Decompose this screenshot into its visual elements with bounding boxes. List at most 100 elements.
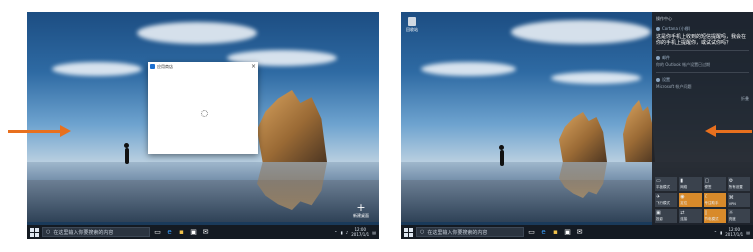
notification-icon[interactable]: ▤ <box>746 230 750 235</box>
tile-4[interactable]: ✈ 飞行模式 <box>655 193 678 207</box>
gear-icon <box>656 78 660 82</box>
battery-icon: ▯ <box>704 210 708 216</box>
clock[interactable]: 12:00 2017/1/1 <box>351 227 369 237</box>
start-icon[interactable] <box>30 227 39 237</box>
tile-3[interactable]: ⚙ 所有设置 <box>727 177 750 191</box>
plus-icon: + <box>356 201 366 214</box>
up-arrow-icon[interactable]: ⌃ <box>714 230 717 235</box>
runner-figure <box>124 143 129 164</box>
mail-icon[interactable]: ✉ <box>201 228 210 237</box>
edge-icon[interactable]: e <box>539 228 548 237</box>
mail-icon <box>656 56 660 60</box>
store-taskbar-icon[interactable]: ▣ <box>189 228 198 237</box>
tile-11[interactable]: ☼ 亮度 <box>727 209 750 223</box>
clock[interactable]: 12:00 2017/1/1 <box>725 227 743 237</box>
cloud <box>511 20 651 44</box>
tile-10[interactable]: ▯ 节电模式 <box>703 209 726 223</box>
beach <box>27 180 379 222</box>
tile-label: 所有设置 <box>728 185 743 189</box>
store-taskbar-icon[interactable]: ▣ <box>563 228 572 237</box>
store-window-titlebar[interactable]: 应用商店 × <box>148 62 258 71</box>
task-view-icon[interactable]: ▭ <box>527 228 536 237</box>
tile-0[interactable]: ▭ 平板模式 <box>655 177 678 191</box>
location-icon: ◉ <box>680 194 685 200</box>
recycle-bin-label: 回收站 <box>406 27 418 32</box>
explorer-icon[interactable]: ▪ <box>177 228 186 237</box>
tile-label: 网络 <box>680 185 688 189</box>
search-placeholder: 在这里输入你要搜索的内容 <box>427 229 488 236</box>
close-icon[interactable]: × <box>251 63 256 70</box>
quick-action-tiles: ▭ 平板模式 ▮ 网络 ▢ 便签 ⚙ 所有设置 ✈ 飞行模式 ◉ 定位 ☾ 专注助手 ⌘ VPN… <box>655 177 750 223</box>
mail-notification[interactable]: 你的 Outlook 帐户设置已过期 <box>656 62 749 68</box>
network-icon[interactable]: ▮ <box>720 230 722 235</box>
search-placeholder: 在这里输入你要搜索的内容 <box>53 229 114 236</box>
brightness-icon: ☼ <box>728 210 734 216</box>
cloud <box>421 62 516 76</box>
start-icon[interactable] <box>404 227 413 237</box>
tile-7[interactable]: ⌘ VPN <box>727 193 750 207</box>
search-circle-icon: ○ <box>420 229 425 235</box>
moon-icon: ☾ <box>704 194 709 200</box>
loading-spinner-icon <box>201 110 208 117</box>
store-window-title: 应用商店 <box>157 63 173 69</box>
tile-5[interactable]: ◉ 定位 <box>679 193 702 207</box>
collapse-link[interactable]: 折叠 <box>656 96 749 102</box>
settings-notification[interactable]: Microsoft 帐户问题 <box>656 84 749 90</box>
taskbar: ○ 在这里输入你要搜索的内容 ▭ e ▪ ▣ ✉ ⌃ ▮ 12:00 2017/… <box>401 225 753 239</box>
volume-icon[interactable]: ♪ <box>346 230 349 235</box>
action-center-header: 操作中心 <box>656 16 672 21</box>
notification-icon[interactable]: ▤ <box>372 230 376 235</box>
airplane-icon: ✈ <box>656 194 661 200</box>
tile-label: 连接 <box>680 217 688 221</box>
note-icon: ▢ <box>704 178 710 184</box>
search-box[interactable]: ○ 在这里输入你要搜索的内容 <box>416 227 524 237</box>
tile-8[interactable]: ▣ 投影 <box>655 209 678 223</box>
tile-label: 平板模式 <box>656 185 670 189</box>
network-icon: ▮ <box>680 178 684 184</box>
up-arrow-icon[interactable]: ⌃ <box>334 230 337 235</box>
store-icon <box>150 64 155 69</box>
cortana-group: Cortana (小娜) <box>656 26 749 32</box>
tile-9[interactable]: ⇄ 连接 <box>679 209 702 223</box>
tile-label: 定位 <box>680 201 688 205</box>
arrow-right-icon <box>8 125 71 137</box>
tile-1[interactable]: ▮ 网络 <box>679 177 702 191</box>
cortana-notification[interactable]: 这是你手机上收到的短信提醒吗，我会在你的手机上提醒你，或试试你吗？ <box>656 34 749 46</box>
edge-icon[interactable]: e <box>165 228 174 237</box>
search-circle-icon: ○ <box>46 229 51 235</box>
mail-group-label: 邮件 <box>662 55 670 60</box>
tile-2[interactable]: ▢ 便签 <box>703 177 726 191</box>
connect-icon: ⇄ <box>680 210 685 216</box>
clock-date: 2017/1/1 <box>351 232 370 237</box>
cloud <box>137 22 257 44</box>
settings-icon: ⚙ <box>728 178 734 184</box>
tile-label: 节电模式 <box>704 217 719 221</box>
tile-label: 亮度 <box>728 217 736 221</box>
tile-6[interactable]: ☾ 专注助手 <box>703 193 726 207</box>
divider <box>656 50 749 51</box>
tile-label: VPN <box>728 202 736 206</box>
action-center: 操作中心 Cortana (小娜) 这是你手机上收到的短信提醒吗，我会在你的手机… <box>652 12 753 225</box>
system-tray: ⌃ ▮ 12:00 2017/1/1 ▤ <box>714 227 750 237</box>
mail-group: 邮件 <box>656 55 749 61</box>
search-box[interactable]: ○ 在这里输入你要搜索的内容 <box>42 227 150 237</box>
new-desktop-button[interactable]: + 新建桌面 <box>353 202 369 219</box>
divider <box>656 72 749 73</box>
task-view-icon[interactable]: ▭ <box>153 228 162 237</box>
settings-group-label: 设置 <box>662 77 670 82</box>
tile-label: 投影 <box>656 217 663 221</box>
tile-label: 专注助手 <box>704 201 719 205</box>
mail-icon[interactable]: ✉ <box>575 228 584 237</box>
vpn-icon: ⌘ <box>728 195 734 201</box>
explorer-icon[interactable]: ▪ <box>551 228 560 237</box>
arrow-left-icon <box>705 125 752 137</box>
desktop-screenshot-left: 应用商店 × + 新建桌面 ○ 在这里输入你要搜索的内容 ▭ e ▪ ▣ ✉ ⌃… <box>27 12 379 239</box>
tile-label: 飞行模式 <box>656 201 670 205</box>
recycle-bin-shortcut[interactable]: 回收站 <box>406 17 418 33</box>
cortana-group-label: Cortana (小娜) <box>662 26 691 31</box>
network-icon[interactable]: ▮ <box>340 230 342 235</box>
runner-figure <box>499 145 504 166</box>
cloud <box>52 62 142 76</box>
store-window[interactable]: 应用商店 × <box>148 62 258 154</box>
cortana-icon <box>656 27 660 31</box>
